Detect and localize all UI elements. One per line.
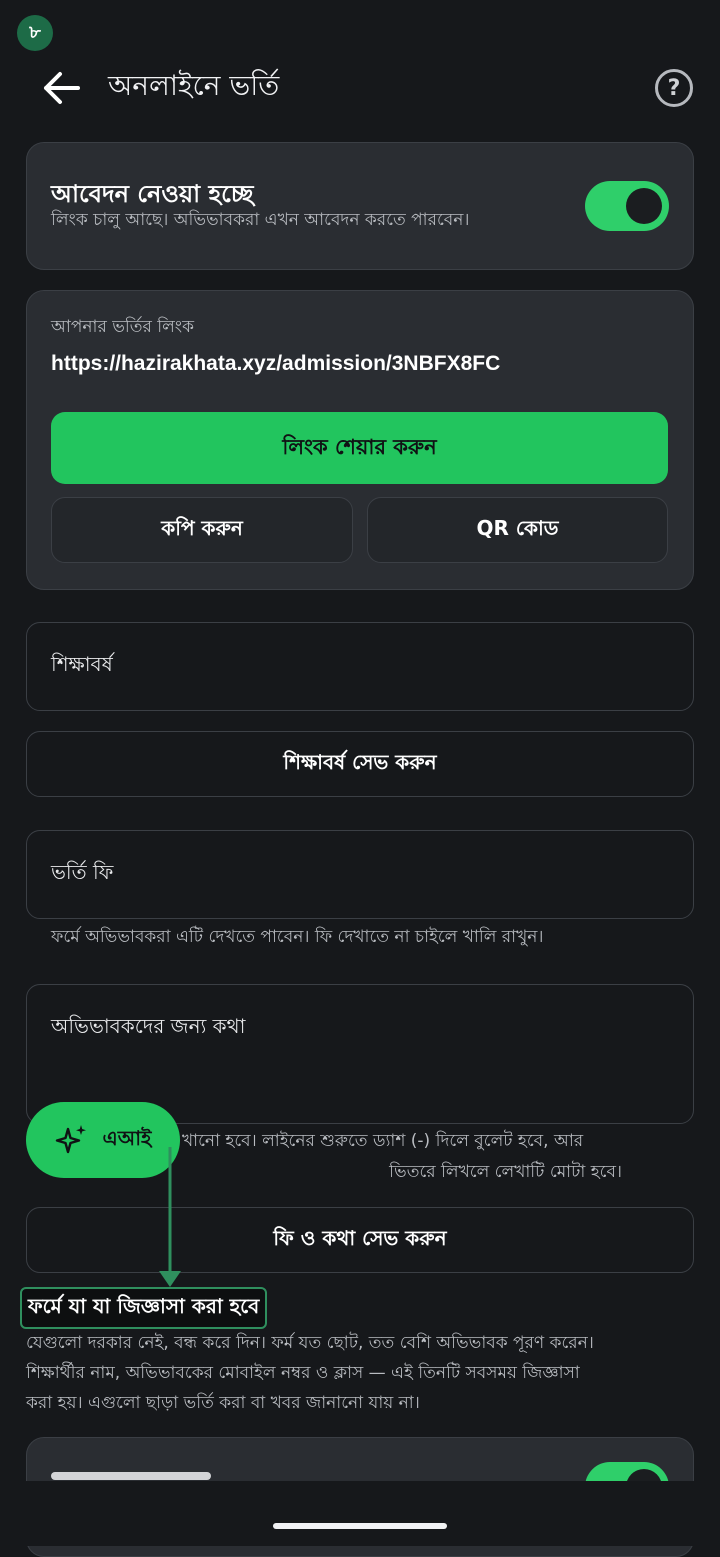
home-indicator[interactable]: [273, 1523, 447, 1529]
page-title: অনলাইনে ভর্তি: [108, 69, 280, 102]
description-line: করা হয়। এগুলো ছাড়া ভর্তি করা বা খবর জা…: [26, 1393, 420, 1413]
form-questions-description: যেগুলো দরকার নেই, বন্ধ করে দিন। ফর্ম যত …: [26, 1328, 698, 1418]
save-academic-year-button[interactable]: শিক্ষাবর্ষ সেভ করুন: [26, 731, 694, 797]
navigation-bar: [0, 1481, 720, 1546]
status-badge: ৮: [17, 15, 53, 51]
accepting-toggle[interactable]: [585, 181, 669, 231]
copy-button[interactable]: কপি করুন: [51, 497, 353, 563]
ai-label: এআই: [102, 1125, 152, 1150]
description-line: শিক্ষার্থীর নাম, অভিভাবকের মোবাইল নম্বর …: [26, 1363, 580, 1383]
accepting-subtitle: লিংক চালু আছে। অভিভাবকরা এখন আবেদন করতে …: [51, 210, 470, 230]
qr-code-button[interactable]: QR কোড: [367, 497, 668, 563]
help-button[interactable]: ?: [655, 69, 693, 107]
arrow-left-icon: [44, 72, 80, 104]
academic-year-label: শিক্ষাবর্ষ: [51, 652, 113, 676]
description-line: যেগুলো দরকার নেই, বন্ধ করে দিন। ফর্ম যত …: [26, 1333, 594, 1353]
link-label: আপনার ভর্তির লিংক: [51, 317, 194, 337]
toggle-knob: [626, 188, 662, 224]
option-label-partial: [51, 1472, 211, 1480]
back-button[interactable]: [40, 66, 84, 110]
admission-fee-label: ভর্তি ফি: [51, 860, 114, 884]
fee-helper-text: ফর্মে অভিভাবকরা এটি দেখতে পাবেন। ফি দেখা…: [51, 927, 544, 947]
sparkle-icon: [55, 1125, 86, 1154]
admission-link[interactable]: https://hazirakhata.xyz/admission/3NBFX8…: [51, 352, 500, 376]
save-fee-note-button[interactable]: ফি ও কথা সেভ করুন: [26, 1207, 694, 1273]
form-questions-title: ফর্মে যা যা জিজ্ঞাসা করা হবে: [20, 1287, 268, 1329]
annotation-arrow: [159, 1147, 181, 1287]
academic-year-field[interactable]: [26, 622, 694, 711]
note-helper-line1: খানো হবে। লাইনের শুরুতে ড্যাশ (-) দিলে ব…: [182, 1131, 584, 1151]
share-link-button[interactable]: লিংক শেয়ার করুন: [51, 412, 668, 484]
admission-fee-field[interactable]: [26, 830, 694, 919]
parent-note-label: অভিভাবকদের জন্য কথা: [51, 1014, 246, 1038]
note-helper-line2: ভিতরে লিখলে লেখাটি মোটা হবে।: [389, 1162, 622, 1182]
